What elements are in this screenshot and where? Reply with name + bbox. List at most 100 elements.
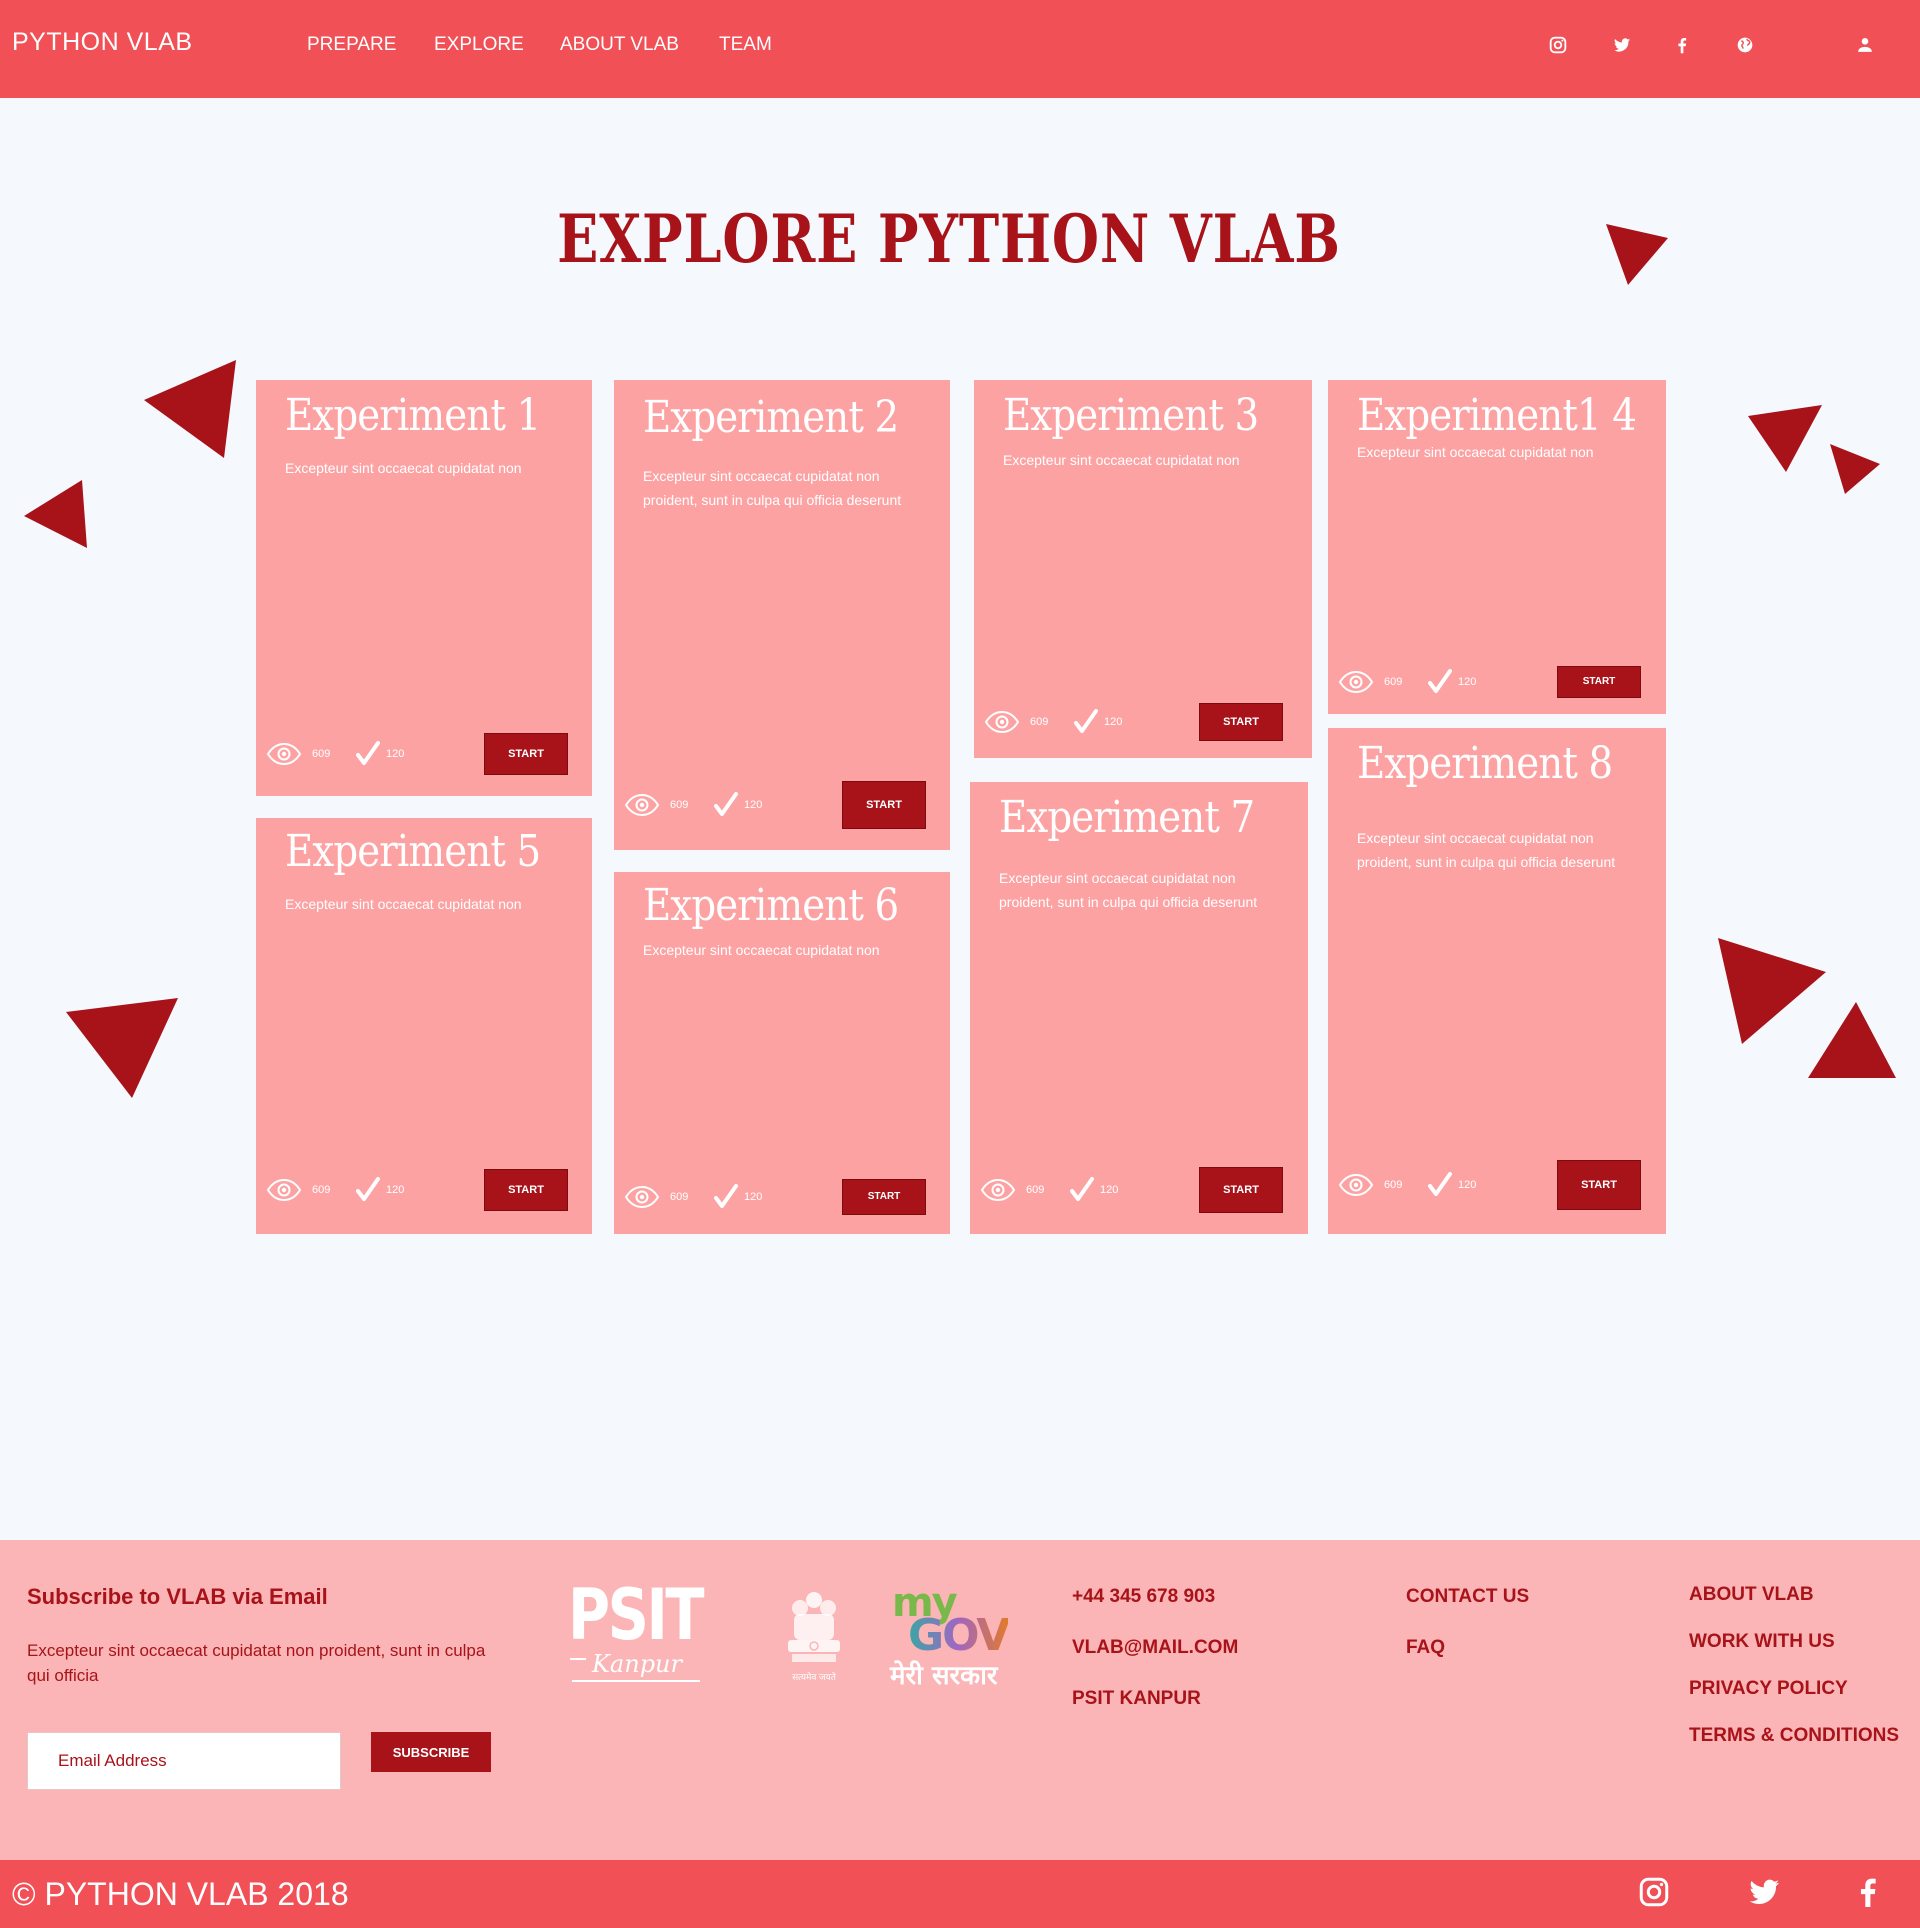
card-title: Experiment 5 bbox=[285, 826, 541, 877]
nav-link-team[interactable]: TEAM bbox=[719, 34, 772, 56]
views-count: 609 bbox=[312, 1184, 331, 1196]
experiment-card: Experiment 7 Excepteur sint occaecat cup… bbox=[970, 782, 1308, 1234]
checkmark-icon bbox=[356, 1177, 380, 1203]
decor-triangle bbox=[66, 998, 178, 1098]
card-title: Experiment1 4 bbox=[1357, 390, 1637, 441]
start-button[interactable]: START bbox=[484, 1169, 568, 1211]
start-button[interactable]: START bbox=[842, 1179, 926, 1215]
checkmark-icon bbox=[1428, 669, 1452, 695]
start-button[interactable]: START bbox=[1199, 703, 1283, 741]
globe-icon[interactable] bbox=[1734, 34, 1756, 56]
footer: Subscribe to VLAB via Email Excepteur si… bbox=[0, 1540, 1920, 1860]
views-count: 609 bbox=[1030, 716, 1049, 728]
subscribe-button[interactable]: SUBSCRIBE bbox=[371, 1732, 491, 1772]
contact-email[interactable]: VLAB@MAIL.COM bbox=[1072, 1637, 1238, 1659]
checkmark-icon bbox=[714, 792, 738, 818]
subscribe-heading: Subscribe to VLAB via Email bbox=[27, 1584, 328, 1609]
footer-link-about-vlab[interactable]: ABOUT VLAB bbox=[1689, 1584, 1814, 1606]
decor-triangle bbox=[1808, 1002, 1896, 1078]
completions-stat: 120 bbox=[356, 741, 404, 767]
experiment-card: Experiment 5 Excepteur sint occaecat cup… bbox=[256, 818, 592, 1234]
experiment-card: Experiment 1 Excepteur sint occaecat cup… bbox=[256, 380, 592, 796]
footer-link-contact-us[interactable]: CONTACT US bbox=[1406, 1586, 1529, 1608]
views-count: 609 bbox=[670, 1191, 689, 1203]
bottom-bar: © PYTHON VLAB 2018 bbox=[0, 1860, 1920, 1928]
footer-link-faq[interactable]: FAQ bbox=[1406, 1637, 1445, 1659]
start-button[interactable]: START bbox=[484, 733, 568, 775]
completions-stat: 120 bbox=[1428, 669, 1476, 695]
card-description: Excepteur sint occaecat cupidatat non bbox=[1003, 452, 1240, 468]
instagram-icon[interactable] bbox=[1547, 34, 1569, 56]
completions-count: 120 bbox=[1458, 676, 1477, 688]
email-field[interactable] bbox=[27, 1732, 341, 1790]
eye-icon bbox=[624, 1186, 660, 1208]
completions-stat: 120 bbox=[1070, 1177, 1118, 1203]
nav-link-prepare[interactable]: PREPARE bbox=[307, 34, 396, 56]
completions-stat: 120 bbox=[356, 1177, 404, 1203]
facebook-icon[interactable] bbox=[1671, 34, 1693, 56]
eye-icon bbox=[266, 1179, 302, 1201]
checkmark-icon bbox=[1074, 709, 1098, 735]
start-button[interactable]: START bbox=[1557, 666, 1641, 698]
completions-count: 120 bbox=[386, 1184, 405, 1196]
views-count: 609 bbox=[1026, 1184, 1045, 1196]
completions-stat: 120 bbox=[714, 1184, 762, 1210]
national-emblem-logo: सत्यमेव जयते bbox=[778, 1588, 850, 1682]
start-button[interactable]: START bbox=[1199, 1167, 1283, 1213]
page-title: EXPLORE PYTHON VLAB bbox=[557, 200, 1341, 278]
twitter-icon[interactable] bbox=[1611, 34, 1633, 56]
card-description: Excepteur sint occaecat cupidatat non bbox=[1357, 444, 1594, 460]
completions-count: 120 bbox=[1458, 1179, 1477, 1191]
copyright-text: © PYTHON VLAB 2018 bbox=[12, 1876, 349, 1912]
card-title: Experiment 8 bbox=[1357, 738, 1613, 789]
card-title: Experiment 1 bbox=[285, 390, 541, 441]
card-description: Excepteur sint occaecat cupidatat non bbox=[285, 896, 522, 912]
completions-stat: 120 bbox=[714, 792, 762, 818]
experiment-card: Experiment 8 Excepteur sint occaecat cup… bbox=[1328, 728, 1666, 1234]
decor-triangle bbox=[1748, 405, 1822, 472]
decor-triangle bbox=[1718, 938, 1826, 1044]
footer-link-privacy-policy[interactable]: PRIVACY POLICY bbox=[1689, 1678, 1848, 1700]
contact-phone[interactable]: +44 345 678 903 bbox=[1072, 1586, 1215, 1608]
contact-address[interactable]: PSIT KANPUR bbox=[1072, 1688, 1201, 1710]
views-stat: 609 bbox=[266, 1179, 330, 1201]
card-description: Excepteur sint occaecat cupidatat non pr… bbox=[999, 870, 1258, 910]
footer-link-terms-conditions[interactable]: TERMS & CONDITIONS bbox=[1689, 1725, 1899, 1747]
eye-icon bbox=[624, 794, 660, 816]
card-description: Excepteur sint occaecat cupidatat non pr… bbox=[643, 468, 902, 508]
card-title: Experiment 3 bbox=[1003, 390, 1259, 441]
twitter-icon[interactable] bbox=[1746, 1874, 1782, 1910]
card-title: Experiment 2 bbox=[643, 392, 899, 443]
user-icon[interactable] bbox=[1854, 34, 1876, 56]
card-title: Experiment 7 bbox=[999, 792, 1255, 843]
completions-count: 120 bbox=[1104, 716, 1123, 728]
views-count: 609 bbox=[670, 799, 689, 811]
views-stat: 609 bbox=[1338, 671, 1402, 693]
psit-logo: PSIT Kanpur bbox=[568, 1580, 705, 1690]
views-count: 609 bbox=[1384, 1179, 1403, 1191]
card-description: Excepteur sint occaecat cupidatat non pr… bbox=[1357, 830, 1616, 870]
views-stat: 609 bbox=[624, 794, 688, 816]
mygov-logo: my GOV मेरी सरकार bbox=[890, 1580, 1010, 1691]
checkmark-icon bbox=[1428, 1172, 1452, 1198]
brand-logo[interactable]: PYTHON VLAB bbox=[12, 28, 193, 57]
footer-link-work-with-us[interactable]: WORK WITH US bbox=[1689, 1631, 1835, 1653]
nav-link-about-vlab[interactable]: ABOUT VLAB bbox=[560, 34, 679, 56]
checkmark-icon bbox=[1070, 1177, 1094, 1203]
decor-triangle bbox=[1830, 444, 1880, 494]
experiment-card: Experiment1 4 Excepteur sint occaecat cu… bbox=[1328, 380, 1666, 714]
card-title: Experiment 6 bbox=[643, 880, 899, 931]
completions-count: 120 bbox=[386, 748, 405, 760]
start-button[interactable]: START bbox=[1557, 1160, 1641, 1210]
completions-stat: 120 bbox=[1428, 1172, 1476, 1198]
nav-link-explore[interactable]: EXPLORE bbox=[434, 34, 524, 56]
card-description: Excepteur sint occaecat cupidatat non bbox=[285, 460, 522, 476]
facebook-icon[interactable] bbox=[1850, 1874, 1886, 1910]
instagram-icon[interactable] bbox=[1636, 1874, 1672, 1910]
start-button[interactable]: START bbox=[842, 781, 926, 829]
views-stat: 609 bbox=[980, 1179, 1044, 1201]
card-description: Excepteur sint occaecat cupidatat non bbox=[643, 942, 880, 958]
experiment-card: Experiment 3 Excepteur sint occaecat cup… bbox=[974, 380, 1312, 758]
checkmark-icon bbox=[714, 1184, 738, 1210]
experiment-card: Experiment 2 Excepteur sint occaecat cup… bbox=[614, 380, 950, 850]
